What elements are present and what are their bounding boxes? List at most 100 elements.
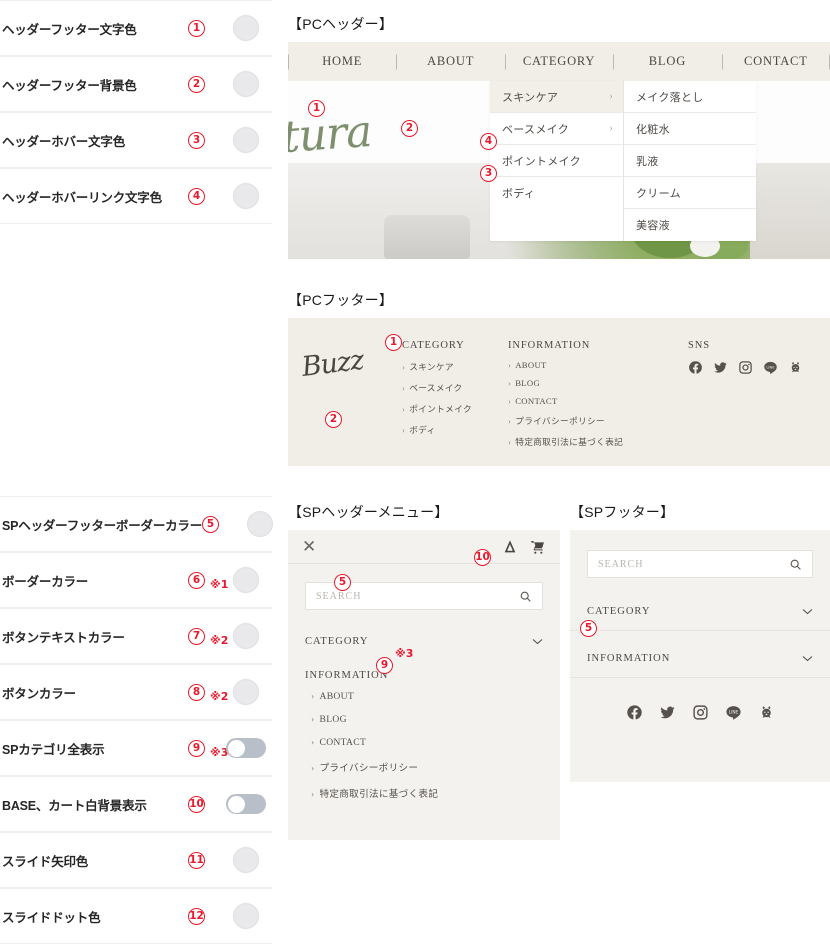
- submenu-item[interactable]: 乳液: [624, 145, 756, 177]
- submenu-item[interactable]: 美容液: [624, 209, 756, 241]
- cart-icon[interactable]: [530, 539, 546, 555]
- close-icon[interactable]: ✕: [302, 538, 316, 555]
- marker-badge: 5: [202, 516, 219, 533]
- hero-right-strip: [750, 163, 830, 259]
- sp-information-link[interactable]: ›BLOG: [288, 708, 560, 731]
- marker-badge: 10: [188, 796, 205, 813]
- footer-category-link[interactable]: ›ベースメイク: [402, 381, 508, 394]
- chevron-down-icon[interactable]: [532, 638, 543, 645]
- setting-row[interactable]: ヘッダーフッター背景色 2: [0, 56, 272, 112]
- link-label: CONTACT: [320, 737, 367, 748]
- setting-label: ヘッダーホバーリンク文字色: [2, 187, 188, 206]
- instagram-icon[interactable]: [738, 360, 753, 375]
- setting-row[interactable]: ヘッダーホバーリンク文字色 4: [0, 168, 272, 224]
- line-icon[interactable]: LINE: [763, 360, 778, 375]
- sp-footer-information-accordion[interactable]: INFORMATION: [570, 639, 830, 677]
- footer-information-link[interactable]: ›特定商取引法に基づく表記: [508, 435, 688, 448]
- pc-nav-item-home[interactable]: HOME: [288, 54, 396, 69]
- sp-information-link[interactable]: ›プライバシーポリシー: [288, 754, 560, 780]
- footer-category-link[interactable]: ›スキンケア: [402, 360, 508, 373]
- search-input[interactable]: SEARCH: [587, 550, 813, 578]
- sp-information-link[interactable]: ›ABOUT: [288, 685, 560, 708]
- setting-row[interactable]: ボタンカラー 8 ※2: [0, 664, 272, 720]
- pc-nav-item-blog[interactable]: BLOG: [613, 54, 721, 69]
- toggle-switch[interactable]: [226, 794, 266, 814]
- footer-information-link[interactable]: ›ABOUT: [508, 360, 688, 370]
- footer-category-link[interactable]: ›ポイントメイク: [402, 402, 508, 415]
- pc-header-frame: HOME ABOUT CATEGORY BLOG CONTACT tura: [288, 42, 830, 259]
- toggle-knob: [228, 796, 245, 813]
- sp-information-link[interactable]: ›CONTACT: [288, 731, 560, 754]
- submenu-item[interactable]: クリーム: [624, 177, 756, 209]
- marker-badge: 9: [188, 740, 205, 757]
- pc-nav-item-about[interactable]: ABOUT: [396, 54, 504, 69]
- pc-header-title: 【PCヘッダー】: [288, 14, 830, 34]
- twitter-icon[interactable]: [713, 360, 728, 375]
- dropdown-left-column: スキンケア › ベースメイク › ポイントメイク ボディ: [490, 81, 623, 241]
- color-swatch[interactable]: [233, 623, 259, 649]
- setting-row[interactable]: SPカテゴリ全表示 9 ※3: [0, 720, 272, 776]
- sp-category-accordion[interactable]: CATEGORY: [288, 622, 560, 660]
- sp-footer-category-accordion[interactable]: CATEGORY: [570, 592, 830, 630]
- setting-control-group: 11: [188, 852, 272, 869]
- setting-label: ボタンカラー: [2, 683, 188, 702]
- color-swatch[interactable]: [233, 127, 259, 153]
- setting-row[interactable]: スライド矢印色 11: [0, 832, 272, 888]
- color-swatch[interactable]: [247, 511, 273, 537]
- dropdown-item-skincare[interactable]: スキンケア ›: [490, 81, 623, 113]
- marker-sp-category: 9: [376, 655, 393, 674]
- ameba-icon[interactable]: [788, 360, 803, 375]
- setting-row[interactable]: BASE、カート白背景表示 10: [0, 776, 272, 832]
- marker-badge: 7: [188, 628, 205, 645]
- footer-category-link[interactable]: ›ボディ: [402, 423, 508, 436]
- footnote-label: ※2: [210, 690, 228, 703]
- setting-row[interactable]: ボタンテキストカラー 7 ※2: [0, 608, 272, 664]
- footer-information-link[interactable]: ›CONTACT: [508, 396, 688, 406]
- facebook-icon[interactable]: [626, 704, 643, 721]
- instagram-icon[interactable]: [692, 704, 709, 721]
- footer-logo[interactable]: Buzz: [299, 335, 408, 462]
- setting-control-group: 3: [188, 132, 272, 149]
- chevron-down-icon[interactable]: [802, 608, 813, 615]
- color-swatch[interactable]: [233, 847, 259, 873]
- chevron-right-icon: ›: [402, 362, 405, 372]
- ameba-icon[interactable]: [758, 704, 775, 721]
- setting-row[interactable]: スライドドット色 12: [0, 888, 272, 944]
- color-swatch[interactable]: [233, 567, 259, 593]
- twitter-icon[interactable]: [659, 704, 676, 721]
- color-swatch[interactable]: [233, 183, 259, 209]
- submenu-item[interactable]: 化粧水: [624, 113, 756, 145]
- setting-label: SPカテゴリ全表示: [2, 739, 188, 758]
- setting-control-group: 6 ※1: [188, 572, 272, 589]
- footer-sns-column: SNS LINE: [688, 340, 818, 456]
- dropdown-item-pointmake[interactable]: ポイントメイク: [490, 145, 623, 177]
- line-icon[interactable]: LINE: [725, 704, 742, 721]
- search-icon[interactable]: [789, 558, 802, 571]
- color-swatch[interactable]: [233, 71, 259, 97]
- dropdown-item-basemake[interactable]: ベースメイク ›: [490, 113, 623, 145]
- facebook-icon[interactable]: [688, 360, 703, 375]
- submenu-item[interactable]: メイク落とし: [624, 81, 756, 113]
- chevron-down-icon[interactable]: [802, 655, 813, 662]
- pc-nav-item-contact[interactable]: CONTACT: [722, 54, 830, 69]
- setting-row[interactable]: ボーダーカラー 6 ※1: [0, 552, 272, 608]
- footnote-label: ※2: [210, 634, 228, 647]
- color-swatch[interactable]: [233, 15, 259, 41]
- search-icon[interactable]: [519, 590, 532, 603]
- setting-row[interactable]: ヘッダーホバー文字色 3: [0, 112, 272, 168]
- footer-information-link[interactable]: ›BLOG: [508, 378, 688, 388]
- pc-category-dropdown: スキンケア › ベースメイク › ポイントメイク ボディ: [490, 81, 756, 241]
- dropdown-right-column: メイク落とし 化粧水 乳液 クリーム 美容液: [623, 81, 756, 241]
- base-icon[interactable]: [502, 539, 518, 555]
- sp-information-link[interactable]: ›特定商取引法に基づく表記: [288, 780, 560, 806]
- footer-information-link[interactable]: ›プライバシーポリシー: [508, 414, 688, 427]
- dropdown-item-body[interactable]: ボディ: [490, 177, 623, 209]
- setting-row[interactable]: ヘッダーフッター文字色 1: [0, 0, 272, 56]
- pc-nav-item-category[interactable]: CATEGORY: [505, 54, 613, 69]
- marker-badge: 1: [385, 334, 402, 351]
- toggle-switch[interactable]: [226, 738, 266, 758]
- color-swatch[interactable]: [233, 903, 259, 929]
- color-swatch[interactable]: [233, 679, 259, 705]
- marker-badge: 2: [401, 120, 418, 137]
- setting-row[interactable]: SPヘッダーフッターボーダーカラー 5: [0, 496, 272, 552]
